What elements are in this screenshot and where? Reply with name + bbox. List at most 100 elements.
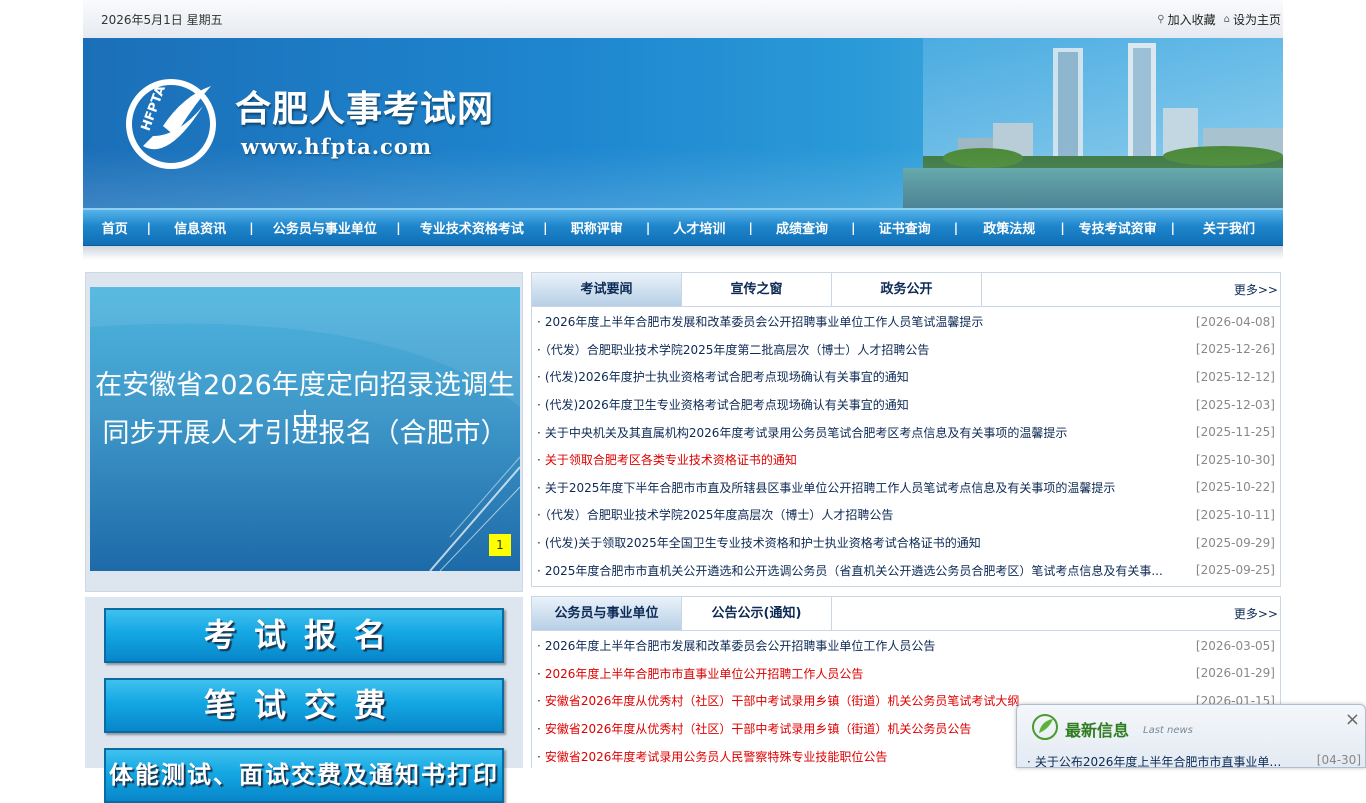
list-item-text: 安徽省2026年度从优秀村（社区）干部中考试录用乡镇（街道）机关公务员公告: [544, 722, 972, 737]
more-link[interactable]: 更多>>: [1234, 273, 1278, 307]
list-item-title[interactable]: · 安徽省2026年度从优秀村（社区）干部中考试录用乡镇（街道）机关公务员公告: [537, 720, 971, 737]
list-item-date: [2025-11-25]: [1195, 425, 1275, 440]
list-item-text: 2026年度上半年合肥市市直事业单位公开招聘工作人员公告: [544, 666, 864, 681]
popup-news-item[interactable]: ·关于公布2026年度上半年合肥市市直事业单位公开招聘工作人员 [04-30]: [1027, 753, 1361, 770]
nav-item-2[interactable]: 公务员与事业单位: [273, 222, 377, 237]
nav-item-0[interactable]: 首页: [102, 222, 128, 237]
top-links: ⚲ 加入收藏 ⌂ 设为主页: [1157, 11, 1281, 28]
exam-signup-button[interactable]: 考试报名: [104, 608, 504, 663]
list-item[interactable]: · 2026年度上半年合肥市发展和改革委员会公开招聘事业单位工作人员笔试温馨提示 […: [532, 308, 1280, 336]
nav-item-8[interactable]: 政策法规: [983, 222, 1035, 237]
list-item-title[interactable]: · 关于2025年度下半年合肥市市直及所辖县区事业单位公开招聘工作人员笔试考点信息…: [537, 479, 1115, 496]
list-item[interactable]: · 关于中央机关及其直属机构2026年度考试录用公务员笔试合肥考区考点信息及有关事…: [532, 418, 1280, 446]
bullet-icon: ·: [537, 694, 541, 709]
bullet-icon: ·: [537, 315, 541, 330]
slide-index-button[interactable]: 1: [489, 534, 511, 556]
list-item[interactable]: · （代发）合肥职业技术学院2025年度第二批高层次（博士）人才招聘公告 [2025…: [532, 336, 1280, 364]
nav-item-10[interactable]: 关于我们: [1203, 222, 1255, 237]
list-item-text: 关于2025年度下半年合肥市市直及所辖县区事业单位公开招聘工作人员笔试考点信息及…: [544, 480, 1116, 495]
bullet-icon: ·: [537, 370, 541, 385]
bullet-icon: ·: [537, 666, 541, 681]
tab-0[interactable]: 考试要闻: [532, 273, 682, 306]
bullet-icon: ·: [537, 508, 541, 523]
list-item-title[interactable]: · 安徽省2026年度考试录用公务员人民警察特殊专业技能职位公告: [537, 748, 887, 765]
bullet-icon: ·: [537, 398, 541, 413]
news-slider: 在安徽省2026年度定向招录选调生中 同步开展人才引进报名（合肥市） 1: [85, 272, 523, 592]
latest-news-popup: 最新信息 Last news × · 关于公布2026年度上半年合肥市市直事业单位…: [1016, 704, 1366, 770]
set-homepage-link[interactable]: ⌂ 设为主页: [1224, 11, 1281, 28]
list-item-date: [2026-04-08]: [1195, 314, 1275, 329]
list-item-text: (代发)2026年度卫生专业资格考试合肥考点现场确认有关事宜的通知: [544, 398, 909, 413]
slide-image[interactable]: 在安徽省2026年度定向招录选调生中 同步开展人才引进报名（合肥市） 1: [90, 287, 520, 571]
home-icon: ⌂: [1223, 13, 1230, 25]
popup-item-text: 关于公布2026年度上半年合肥市市直事业单位公开招聘工作人员: [1034, 755, 1287, 769]
nav-item-5[interactable]: 人才培训: [673, 222, 725, 237]
list-item-text: (代发)2026年度护士执业资格考试合肥考点现场确认有关事宜的通知: [544, 370, 909, 385]
civil-servant-tabs: 公务员与事业单位 公告公示(通知) 更多>>: [532, 597, 1280, 631]
bullet-icon: ·: [537, 722, 541, 737]
close-icon[interactable]: ×: [1345, 709, 1360, 730]
list-item-text: （代发）合肥职业技术学院2025年度高层次（博士）人才招聘公告: [544, 508, 894, 523]
bullet-icon: ·: [537, 639, 541, 654]
list-item[interactable]: · 关于领取合肥考区各类专业技术资格证书的通知 [2025-10-30]: [532, 446, 1280, 474]
list-item[interactable]: · 2025年度合肥市市直机关公开遴选和公开选调公务员（省直机关公开遴选公务员合肥…: [532, 556, 1280, 584]
list-item-text: 安徽省2026年度考试录用公务员人民警察特殊专业技能职位公告: [544, 749, 888, 764]
list-item-text: 2025年度合肥市市直机关公开遴选和公开选调公务员（省直机关公开遴选公务员合肥考…: [544, 563, 1163, 578]
written-fee-button[interactable]: 笔试交费: [104, 678, 504, 733]
list-item-title[interactable]: · (代发)关于领取2025年全国卫生专业技术资格和护士执业资格考试合格证书的通知: [537, 534, 981, 551]
list-item-title[interactable]: · 2025年度合肥市市直机关公开遴选和公开选调公务员（省直机关公开遴选公务员合肥…: [537, 562, 1163, 579]
list-item[interactable]: · (代发)关于领取2025年全国卫生专业技术资格和护士执业资格考试合格证书的通知…: [532, 529, 1280, 557]
list-item[interactable]: · 2026年度上半年合肥市发展和改革委员会公开招聘事业单位工作人员公告 [2026…: [532, 632, 1280, 660]
list-item[interactable]: · 2026年度上半年合肥市市直事业单位公开招聘工作人员公告 [2026-01-29…: [532, 660, 1280, 688]
list-item[interactable]: · 关于2025年度下半年合肥市市直及所辖县区事业单位公开招聘工作人员笔试考点信息…: [532, 474, 1280, 502]
list-item-title[interactable]: · 安徽省2026年度从优秀村（社区）干部中考试录用乡镇（街道）机关公务员笔试考试…: [537, 692, 1019, 709]
list-item-date: [2025-09-25]: [1195, 563, 1275, 578]
list-item-date: [2025-12-03]: [1195, 397, 1275, 412]
bullet-icon: ·: [537, 453, 541, 468]
tab-1[interactable]: 宣传之窗: [682, 273, 832, 306]
bullet-icon: ·: [537, 563, 541, 578]
nav-item-7[interactable]: 证书查询: [879, 222, 931, 237]
main-nav: 首页 | 信息资讯 | 公务员与事业单位 | 专业技术资格考试 | 职称评审 | 人才培训 | 成绩查询…: [83, 208, 1283, 246]
more-link[interactable]: 更多>>: [1234, 597, 1278, 631]
list-item[interactable]: · (代发)2026年度护士执业资格考试合肥考点现场确认有关事宜的通知 [2025-…: [532, 363, 1280, 391]
exam-news-panel: 考试要闻 宣传之窗 政务公开 更多>> · 2026年度上半年合肥市发展和改革委员会公开…: [531, 272, 1281, 587]
list-item-text: （代发）合肥职业技术学院2025年度第二批高层次（博士）人才招聘公告: [544, 342, 930, 357]
quick-buttons: 考试报名 笔试交费 体能测试、面试交费及通知书打印: [85, 597, 523, 803]
tab-2[interactable]: 政务公开: [832, 273, 982, 306]
list-item-text: 关于领取合肥考区各类专业技术资格证书的通知: [544, 453, 797, 468]
nav-shadow: [83, 246, 1283, 260]
list-item[interactable]: · （代发）合肥职业技术学院2025年度高层次（博士）人才招聘公告 [2025-10…: [532, 501, 1280, 529]
nav-item-6[interactable]: 成绩查询: [776, 222, 828, 237]
list-item[interactable]: · (代发)2026年度卫生专业资格考试合肥考点现场确认有关事宜的通知 [2025-…: [532, 391, 1280, 419]
list-item-date: [2025-10-11]: [1195, 507, 1275, 522]
exam-news-list: · 2026年度上半年合肥市发展和改革委员会公开招聘事业单位工作人员笔试温馨提示 […: [532, 307, 1280, 584]
list-item-title[interactable]: · （代发）合肥职业技术学院2025年度高层次（博士）人才招聘公告: [537, 506, 893, 523]
list-item-title[interactable]: · 关于领取合肥考区各类专业技术资格证书的通知: [537, 451, 797, 468]
list-item-title[interactable]: · （代发）合肥职业技术学院2025年度第二批高层次（博士）人才招聘公告: [537, 341, 929, 358]
nav-item-3[interactable]: 专业技术资格考试: [420, 222, 524, 237]
list-item-title[interactable]: · 2026年度上半年合肥市发展和改革委员会公开招聘事业单位工作人员笔试温馨提示: [537, 313, 983, 330]
list-item-title[interactable]: · 关于中央机关及其直属机构2026年度考试录用公务员笔试合肥考区考点信息及有关事…: [537, 424, 1067, 441]
list-item-title[interactable]: · 2026年度上半年合肥市发展和改革委员会公开招聘事业单位工作人员公告: [537, 637, 935, 654]
nav-item-1[interactable]: 信息资讯: [174, 222, 226, 237]
slide-title-line2: 同步开展人才引进报名（合肥市）: [102, 418, 508, 449]
search-icon: ⚲: [1157, 13, 1165, 25]
tab-1[interactable]: 公告公示(通知): [682, 597, 832, 630]
list-item-date: [2026-03-05]: [1195, 638, 1275, 653]
exam-news-tabs: 考试要闻 宣传之窗 政务公开 更多>>: [532, 273, 1280, 307]
nav-item-4[interactable]: 职称评审: [571, 222, 623, 237]
bullet-icon: ·: [537, 342, 541, 357]
add-bookmark-link[interactable]: ⚲ 加入收藏: [1157, 11, 1215, 28]
list-item-title[interactable]: · (代发)2026年度护士执业资格考试合肥考点现场确认有关事宜的通知: [537, 368, 909, 385]
popup-title: 最新信息: [1065, 721, 1130, 740]
tab-0[interactable]: 公务员与事业单位: [532, 597, 682, 630]
list-item-title[interactable]: · 2026年度上半年合肥市市直事业单位公开招聘工作人员公告: [537, 665, 863, 682]
list-item-text: 2026年度上半年合肥市发展和改革委员会公开招聘事业单位工作人员公告: [544, 639, 936, 654]
current-date: 2026年5月1日 星期五: [101, 12, 223, 27]
list-item-date: [2025-12-26]: [1195, 342, 1275, 357]
nav-item-9[interactable]: 专技考试资审: [1079, 222, 1157, 237]
physical-test-button[interactable]: 体能测试、面试交费及通知书打印: [104, 748, 504, 803]
list-item-title[interactable]: · (代发)2026年度卫生专业资格考试合肥考点现场确认有关事宜的通知: [537, 396, 909, 413]
site-name: 合肥人事考试网: [235, 88, 495, 130]
